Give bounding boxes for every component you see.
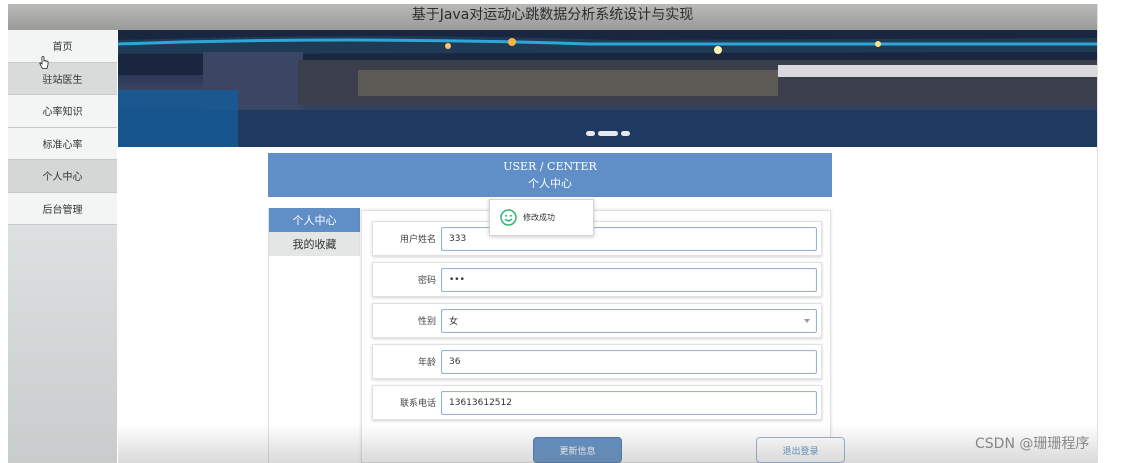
hand-cursor-icon: [39, 56, 49, 69]
window-edge: [1097, 4, 1098, 463]
form-row-username: 用户姓名 333: [372, 221, 822, 256]
username-label: 用户姓名: [399, 235, 436, 245]
section-header: USER / CENTER 个人中心: [268, 153, 832, 197]
update-info-button[interactable]: 更新信息: [533, 437, 622, 463]
tab-my-favorites[interactable]: 我的收藏: [269, 232, 360, 256]
watermark: CSDN @珊珊程序: [975, 436, 1090, 452]
section-header-cn: 个人中心: [528, 177, 572, 190]
sidebar: 首页 驻站医生 心率知识 标准心率 个人中心 后台管理: [8, 30, 117, 463]
phone-label: 联系电话: [399, 399, 436, 409]
carousel-dot-active[interactable]: [598, 131, 618, 136]
sidebar-item-personal-center[interactable]: 个人中心: [8, 160, 117, 193]
carousel-indicators: [586, 131, 630, 136]
logout-button[interactable]: 退出登录: [756, 437, 845, 463]
phone-input[interactable]: 13613612512: [441, 390, 817, 415]
section-header-en: USER / CENTER: [503, 160, 597, 173]
form-row-age: 年龄 36: [372, 344, 822, 379]
password-input[interactable]: •••: [441, 267, 817, 292]
sidebar-item-doctors[interactable]: 驻站医生: [8, 62, 117, 95]
toast-message: 修改成功: [523, 213, 555, 222]
sidebar-item-heart-knowledge[interactable]: 心率知识: [8, 95, 117, 128]
profile-content: 个人中心 我的收藏 用户姓名 333 密码 ••• 性别 女 年龄 36 联系电…: [268, 208, 845, 463]
banner-carousel[interactable]: [118, 30, 1097, 147]
smile-icon: [500, 209, 517, 226]
gender-label: 性别: [417, 317, 436, 327]
gender-select[interactable]: 女: [441, 308, 817, 333]
tab-personal-center[interactable]: 个人中心: [269, 208, 360, 232]
profile-form: 用户姓名 333 密码 ••• 性别 女 年龄 36 联系电话 13613612…: [361, 210, 845, 463]
password-label: 密码: [417, 276, 436, 286]
carousel-dot[interactable]: [621, 131, 630, 136]
sidebar-item-home[interactable]: 首页: [8, 30, 117, 63]
side-tabs: 个人中心 我的收藏: [268, 208, 360, 463]
age-label: 年龄: [417, 358, 436, 368]
form-row-phone: 联系电话 13613612512: [372, 385, 822, 420]
page-title: 基于Java对运动心跳数据分析系统设计与实现: [8, 4, 1097, 30]
form-row-password: 密码 •••: [372, 262, 822, 297]
form-row-gender: 性别 女: [372, 303, 822, 338]
carousel-dot[interactable]: [586, 131, 595, 136]
age-input[interactable]: 36: [441, 349, 817, 374]
sidebar-item-admin[interactable]: 后台管理: [8, 192, 117, 225]
success-toast: 修改成功: [489, 199, 594, 236]
sidebar-item-standard-heart-rate[interactable]: 标准心率: [8, 127, 117, 160]
banner-image: [118, 30, 1097, 147]
gender-value: 女: [449, 317, 459, 327]
chevron-down-icon: [804, 318, 810, 323]
